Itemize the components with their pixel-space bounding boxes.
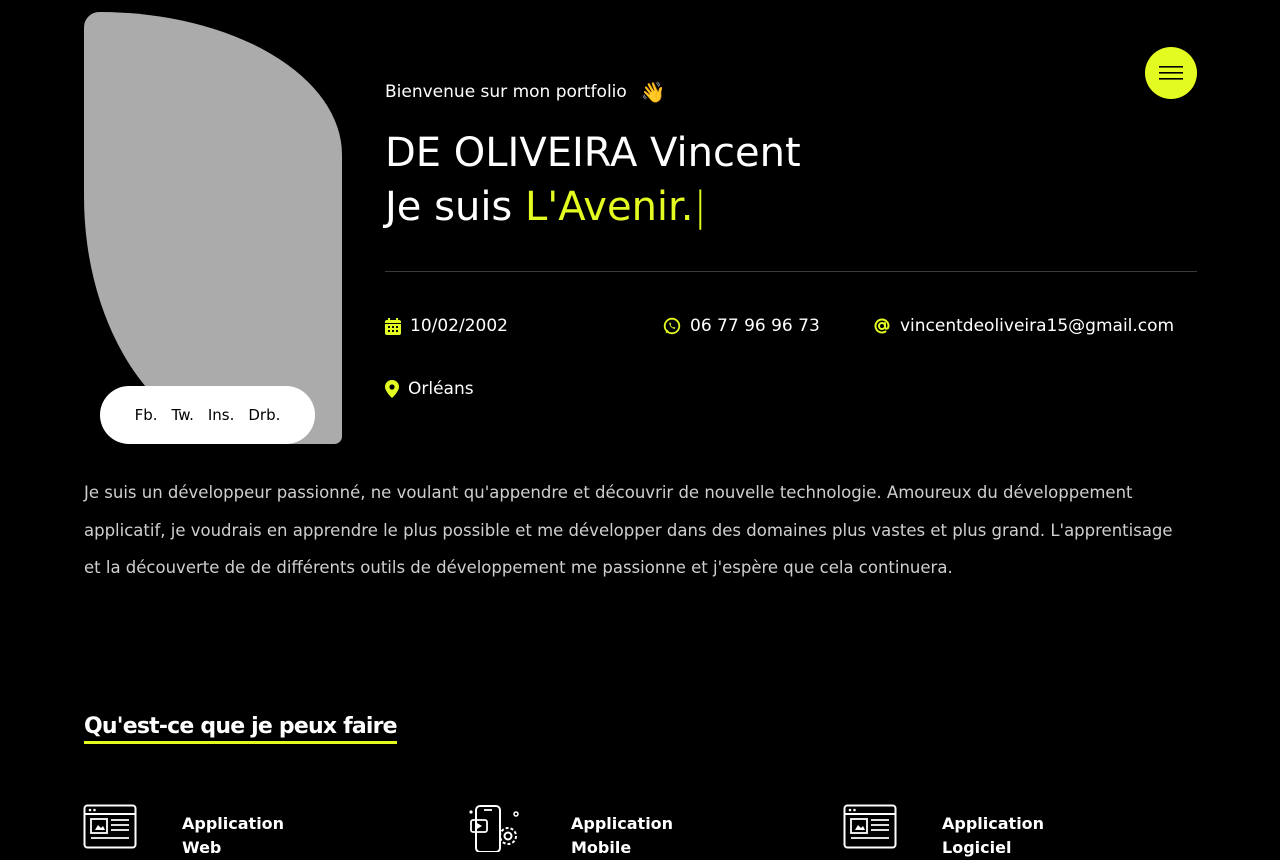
service-mobile-icon-wrap: [468, 804, 524, 852]
social-links: Fb. Tw. Ins. Drb.: [100, 386, 315, 444]
service-web-line1: Application: [182, 814, 285, 833]
waving-hand-icon: 👋: [640, 80, 666, 104]
software-app-icon: [843, 804, 897, 849]
dribbble-link[interactable]: Drb.: [248, 406, 280, 424]
tagline-highlight: L'Avenir.: [524, 184, 694, 230]
services-heading: Qu'est-ce que je peux faire: [84, 714, 398, 744]
map-pin-icon: [385, 380, 399, 398]
service-software-line2: Logiciel: [942, 838, 1012, 857]
tagline-prefix: Je suis: [385, 184, 513, 230]
welcome-line: Bienvenue sur mon portfolio 👋: [385, 80, 666, 104]
whatsapp-icon: [663, 317, 681, 335]
hamburger-icon: [1159, 66, 1183, 80]
tagline: Je suis L'Avenir.|: [385, 180, 801, 234]
profile-photo: [84, 12, 342, 444]
divider: [385, 271, 1197, 272]
service-mobile-line1: Application: [571, 814, 674, 833]
instagram-link[interactable]: Ins.: [208, 406, 235, 424]
about-paragraph: Je suis un développeur passionné, ne vou…: [84, 483, 1173, 578]
hero-heading: DE OLIVEIRA Vincent Je suis L'Avenir.|: [385, 126, 801, 234]
service-mobile: Application Mobile: [571, 812, 673, 860]
birthdate-text: 10/02/2002: [410, 316, 508, 336]
email-text[interactable]: vincentdeoliveira15@gmail.com: [900, 316, 1174, 336]
at-icon: [874, 318, 890, 334]
service-software: Application Logiciel: [942, 812, 1044, 860]
calendar-icon: [385, 317, 401, 335]
email-item: vincentdeoliveira15@gmail.com: [873, 316, 1174, 336]
facebook-link[interactable]: Fb.: [135, 406, 158, 424]
web-app-icon: [83, 804, 137, 849]
typing-cursor: |: [693, 184, 708, 230]
service-software-icon-wrap: [843, 804, 899, 852]
phone-item: 06 77 96 96 73: [663, 316, 820, 336]
service-web: Application Web: [182, 812, 284, 860]
phone-text[interactable]: 06 77 96 96 73: [690, 316, 820, 336]
city-text: Orléans: [408, 379, 474, 399]
service-software-line1: Application: [942, 814, 1045, 833]
service-web-line2: Web: [182, 838, 222, 857]
service-mobile-line2: Mobile: [571, 838, 632, 857]
mobile-app-icon: [469, 805, 519, 852]
menu-button[interactable]: [1145, 47, 1197, 99]
service-web-icon-wrap: [83, 804, 139, 852]
city-item: Orléans: [385, 379, 474, 399]
twitter-link[interactable]: Tw.: [172, 406, 194, 424]
full-name: DE OLIVEIRA Vincent: [385, 130, 801, 176]
welcome-text: Bienvenue sur mon portfolio: [385, 82, 627, 102]
birthdate-item: 10/02/2002: [385, 316, 508, 336]
